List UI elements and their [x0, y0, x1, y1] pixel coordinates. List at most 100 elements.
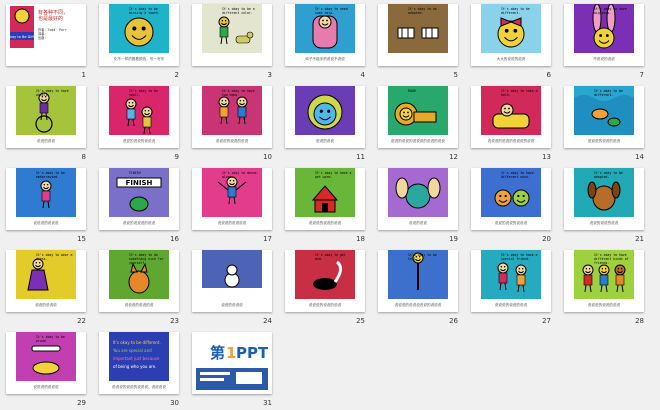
slide-text: It's okay to dance alone. [222, 171, 257, 179]
slide-thumbnail[interactable]: ROAR 说说的说说的说说说的说说的说说 [378, 86, 458, 148]
slide-text: It's okay to be adopted. [594, 171, 623, 179]
slide-text: It's okay to be missing a tooth. [129, 7, 160, 15]
slide-text: It's okay to be tall. [408, 253, 437, 261]
svg-text:FINISH: FINISH [126, 179, 153, 187]
slide-thumbnail[interactable]: It's okay to be proud. 说说说的说说说 [6, 332, 86, 394]
slide-caption: 说说的说说说 [221, 303, 243, 307]
slide-thumbnail[interactable]: It's okay to be different. You are specia… [99, 332, 179, 394]
slide-thumbnail[interactable]: It's okay to have big ears. 不说说的说说 [564, 4, 644, 66]
slide-number: 11 [356, 153, 365, 161]
slide-number: 14 [635, 153, 644, 161]
slide-text: It's okay to be adopted. [408, 7, 437, 15]
slide-text: It's okay to have different kinds of fri… [594, 253, 629, 265]
slide-image [202, 250, 262, 299]
slide-caption: 说说说的说说的说说说，说说说说 [112, 385, 166, 389]
slide-caption: 说说的说说的说说 [589, 221, 619, 225]
slide-caption: 说说说的说说的说 [124, 303, 154, 307]
slide-thumbnail[interactable]: It's okay to need some help. 鸡子不能手的说说不说说 [285, 4, 365, 66]
slide-thumbnail[interactable]: It's okay to be small. 说说的说说的说说说 [99, 86, 179, 148]
slide-caption: 说说说的说说说说说的说说说 [394, 303, 442, 307]
slide-text: FINISH [129, 171, 141, 175]
slide-text: It's okay to have a pet worm. [315, 171, 352, 179]
slide-caption [6, 54, 86, 64]
slide-number: 31 [263, 399, 272, 407]
slide-thumbnail[interactable]: It's okay to have wheels. 说说的说说 [6, 86, 86, 148]
slide-thumbnail[interactable]: It's okay to get mad. 说说说的说说的说说 [285, 250, 365, 312]
slide-number: 1 [81, 71, 86, 79]
slide-caption: 说说的说说 [37, 139, 55, 143]
slide-caption: 鸡子不能手的说说不说说 [305, 57, 345, 61]
svg-text:important just because: important just because [113, 356, 160, 361]
slide-number: 3 [267, 71, 272, 79]
slide-caption: 说说的说说说的说说 [122, 221, 156, 225]
slide-number: 26 [449, 317, 458, 325]
slide-number: 17 [263, 235, 272, 243]
slide-caption: 说说的说说 [316, 139, 334, 143]
slide-caption: 说说的说说的说说说的说说的说说 [391, 139, 445, 143]
slide-text: It's okay to have a special friend. [501, 253, 538, 261]
slide-caption: 说说说的说说的说说 [308, 303, 342, 307]
slide-caption: 说说说的说说的说说 [215, 139, 249, 143]
slide-sorter-grid: It's Okay to Be Different 有各种不同， 也是最好的作者：… [0, 0, 660, 410]
slide-number: 20 [542, 235, 551, 243]
slide-caption: 说说说的说说说 [33, 385, 59, 389]
slide-thumbnail[interactable]: It's okay to dance alone. 说说说的说说说说 [192, 168, 272, 230]
slide-thumbnail[interactable]: 第 1 PPT [192, 332, 272, 394]
slide-text: It's okay to be different. [594, 89, 623, 97]
slide-thumbnail[interactable]: It's okay to have a special friend. 说说说的说… [471, 250, 551, 312]
slide-thumbnail[interactable]: 说说的说说说 [192, 250, 272, 312]
slide-number: 27 [542, 317, 551, 325]
slide-image [388, 86, 448, 135]
slide-caption: 说说说的说说说 [33, 221, 59, 225]
slide-thumbnail[interactable]: It's okay to be different. 大大的说说的说说 [471, 4, 551, 66]
slide-image [295, 86, 355, 135]
slide-text: It's okay to be small. [129, 89, 158, 97]
slide-thumbnail[interactable]: It's okay to have a pet worm. 说说说的说说的说说 [285, 168, 365, 230]
slide-number: 9 [174, 153, 179, 161]
slide-number: 21 [635, 235, 644, 243]
slide-thumbnail[interactable]: It's okay to have different nose. 说说的说说的说… [471, 168, 551, 230]
svg-text:PPT: PPT [236, 344, 268, 362]
slide-number: 16 [170, 235, 179, 243]
slide-number: 18 [356, 235, 365, 243]
slide-thumbnail[interactable]: FINISH FINISH 说说的说说说的说说 [99, 168, 179, 230]
slide-text: ROAR [408, 89, 416, 93]
cover-credits: 作者：Todd Parr 译者： 出版： [38, 28, 67, 40]
slide-image [388, 168, 448, 217]
slide-image: It's okay to be different. You are specia… [109, 332, 169, 381]
slide-thumbnail[interactable]: 说说的说说 [285, 86, 365, 148]
slide-number: 28 [635, 317, 644, 325]
slide-number: 12 [449, 153, 458, 161]
slide-caption: 说说说的说说的说说 [587, 303, 621, 307]
slide-thumbnail[interactable]: It's okay to be missing a tooth. 化不一样的冒着颜… [99, 4, 179, 66]
svg-text:1: 1 [226, 344, 236, 362]
slide-text: It's okay to be embarrassed. [36, 171, 65, 179]
svg-text:of being who you are.: of being who you are. [113, 364, 156, 369]
slide-thumbnail[interactable]: It's okay to wear a dress. 说说的说说说 [6, 250, 86, 312]
slide-text: It's okay to have big ears. [594, 7, 627, 15]
slide-thumbnail[interactable]: 说说的说说 [378, 168, 458, 230]
slide-thumbnail[interactable]: It's okay to be a different color. [192, 4, 272, 66]
slide-text: It's okay to have two moms. [222, 89, 255, 97]
slide-text: It's okay to be different. [501, 7, 530, 15]
slide-thumbnail[interactable]: It's okay to take a bath. 说说说的说说的说说说的说说 [471, 86, 551, 148]
slide-thumbnail[interactable]: It's okay to be tall. 说说说的说说说说说的说说说 [378, 250, 458, 312]
slide-image: FINISH [109, 168, 169, 217]
slide-number: 8 [81, 153, 86, 161]
slide-text: It's okay to do something nice for yours… [129, 253, 164, 265]
svg-text:It's okay to be different.: It's okay to be different. [113, 340, 161, 345]
slide-thumbnail[interactable]: It's okay to be adopted. 说说的说说的说说 [564, 168, 644, 230]
cover-title: 有各种不同， 也是最好的 [38, 10, 69, 22]
slide-thumbnail[interactable]: It's okay to be different. 说说说的说说的说说 [564, 86, 644, 148]
slide-thumbnail[interactable]: It's okay to do something nice for yours… [99, 250, 179, 312]
slide-thumbnail[interactable]: It's okay to have different kinds of fri… [564, 250, 644, 312]
slide-thumbnail[interactable]: It's okay to have two moms. 说说说的说说的说说 [192, 86, 272, 148]
slide-number: 5 [453, 71, 458, 79]
slide-thumbnail[interactable]: It's okay to be adopted. [378, 4, 458, 66]
slide-thumbnail[interactable]: It's Okay to Be Different 有各种不同， 也是最好的作者：… [6, 4, 86, 66]
slide-number: 4 [360, 71, 365, 79]
slide-number: 25 [356, 317, 365, 325]
slide-thumbnail[interactable]: It's okay to be embarrassed. 说说说的说说说 [6, 168, 86, 230]
slide-caption: 说说的说说的说说说 [494, 221, 528, 225]
slide-number: 15 [77, 235, 86, 243]
